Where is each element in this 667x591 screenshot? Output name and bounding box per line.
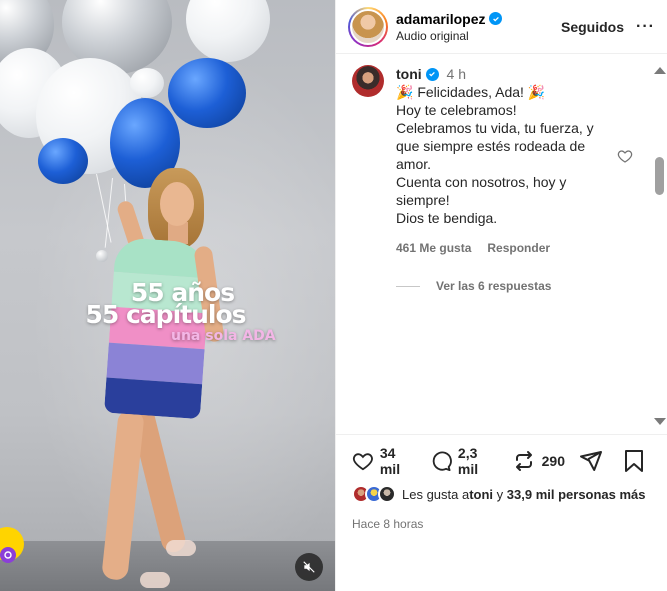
scroll-thumb[interactable] [655, 157, 664, 195]
comment-line: que siempre estés rodeada de [396, 138, 586, 154]
comment-item: toni 4 h 🎉 Felicidades, Ada! 🎉 Hoy te ce… [336, 55, 667, 295]
comments-scrollbar[interactable] [651, 55, 667, 433]
comment-line: Dios te bendiga. [396, 210, 498, 226]
like-button[interactable]: 34 mil [352, 445, 416, 477]
shoe [140, 572, 170, 588]
verified-icon [489, 12, 503, 25]
refresh-icon [0, 547, 16, 563]
commenter-avatar[interactable] [352, 65, 384, 97]
comment-line: Celebramos tu vida, tu fuerza, y [396, 120, 594, 136]
face [160, 182, 194, 226]
post-timestamp: Hace 8 horas [352, 517, 424, 531]
likes-count: 34 mil [379, 445, 401, 477]
share-icon [580, 451, 602, 471]
comment-like-button[interactable] [617, 148, 633, 169]
comments-list: toni 4 h 🎉 Felicidades, Ada! 🎉 Hoy te ce… [336, 55, 667, 433]
overlay-text-chapters: 55 capítulos [85, 300, 246, 329]
comment-line: amor. [396, 156, 432, 172]
repost-icon [515, 451, 532, 471]
balloon [130, 68, 164, 98]
post-media[interactable]: 55 años 55 capítulos una sola ADA [0, 0, 335, 591]
verified-icon [425, 67, 439, 81]
liker-avatar [378, 485, 396, 503]
liker-username[interactable]: toni [469, 487, 493, 502]
replies-divider [396, 285, 420, 287]
heart-icon [352, 453, 373, 471]
more-icon[interactable]: ··· [636, 18, 655, 36]
likes-others[interactable]: 33,9 mil personas más [507, 487, 646, 502]
following-button[interactable]: Seguidos [561, 19, 624, 35]
author-avatar[interactable] [348, 6, 388, 47]
comments-count: 2,3 mil [457, 445, 479, 477]
view-replies-label: Ver las 6 respuestas [436, 279, 552, 293]
comment-icon [432, 451, 452, 472]
save-icon [625, 450, 643, 472]
author-username[interactable]: adamarilopez [396, 11, 485, 27]
scroll-up-arrow-icon[interactable] [654, 67, 666, 74]
balloon [168, 58, 246, 128]
overlay-text-tagline: una sola ADA [171, 328, 276, 344]
commenter-username[interactable]: toni [396, 65, 422, 83]
balloon [38, 138, 88, 184]
view-replies-button[interactable]: Ver las 6 respuestas [396, 277, 651, 295]
liker-avatars [352, 485, 396, 503]
repost-button[interactable]: 290 [512, 449, 565, 473]
comment-time: 4 h [446, 66, 467, 82]
reply-button[interactable]: Responder [487, 239, 550, 257]
reposts-count: 290 [541, 453, 565, 469]
mute-button[interactable] [295, 553, 323, 581]
heart-icon [617, 150, 633, 163]
likes-middle: y [493, 486, 507, 502]
post-header: adamarilopez Audio original Seguidos ··· [336, 0, 667, 54]
audio-label[interactable]: Audio original [396, 29, 561, 43]
likes-summary[interactable]: Les gusta a toni y 33,9 mil personas más [352, 485, 651, 503]
share-button[interactable] [579, 449, 609, 473]
mute-icon [303, 561, 315, 573]
hanging-ornament [96, 250, 108, 262]
post-side-panel: adamarilopez Audio original Seguidos ···… [335, 0, 667, 591]
scroll-down-arrow-icon[interactable] [654, 418, 666, 425]
shoe [166, 540, 196, 556]
save-button[interactable] [623, 449, 651, 473]
comment-button[interactable]: 2,3 mil [430, 445, 498, 477]
comment-likes[interactable]: 461 Me gusta [396, 239, 471, 257]
comment-line: 🎉 Felicidades, Ada! 🎉 [396, 84, 546, 100]
comment-line: siempre! [396, 192, 450, 208]
likes-prefix: Les gusta a [402, 486, 470, 502]
comment-line: Cuenta con nosotros, hoy y [396, 174, 567, 190]
comment-line: Hoy te celebramos! [396, 102, 517, 118]
post-actions: 34 mil 2,3 mil 290 Les gusta a toni y 33… [336, 434, 667, 531]
